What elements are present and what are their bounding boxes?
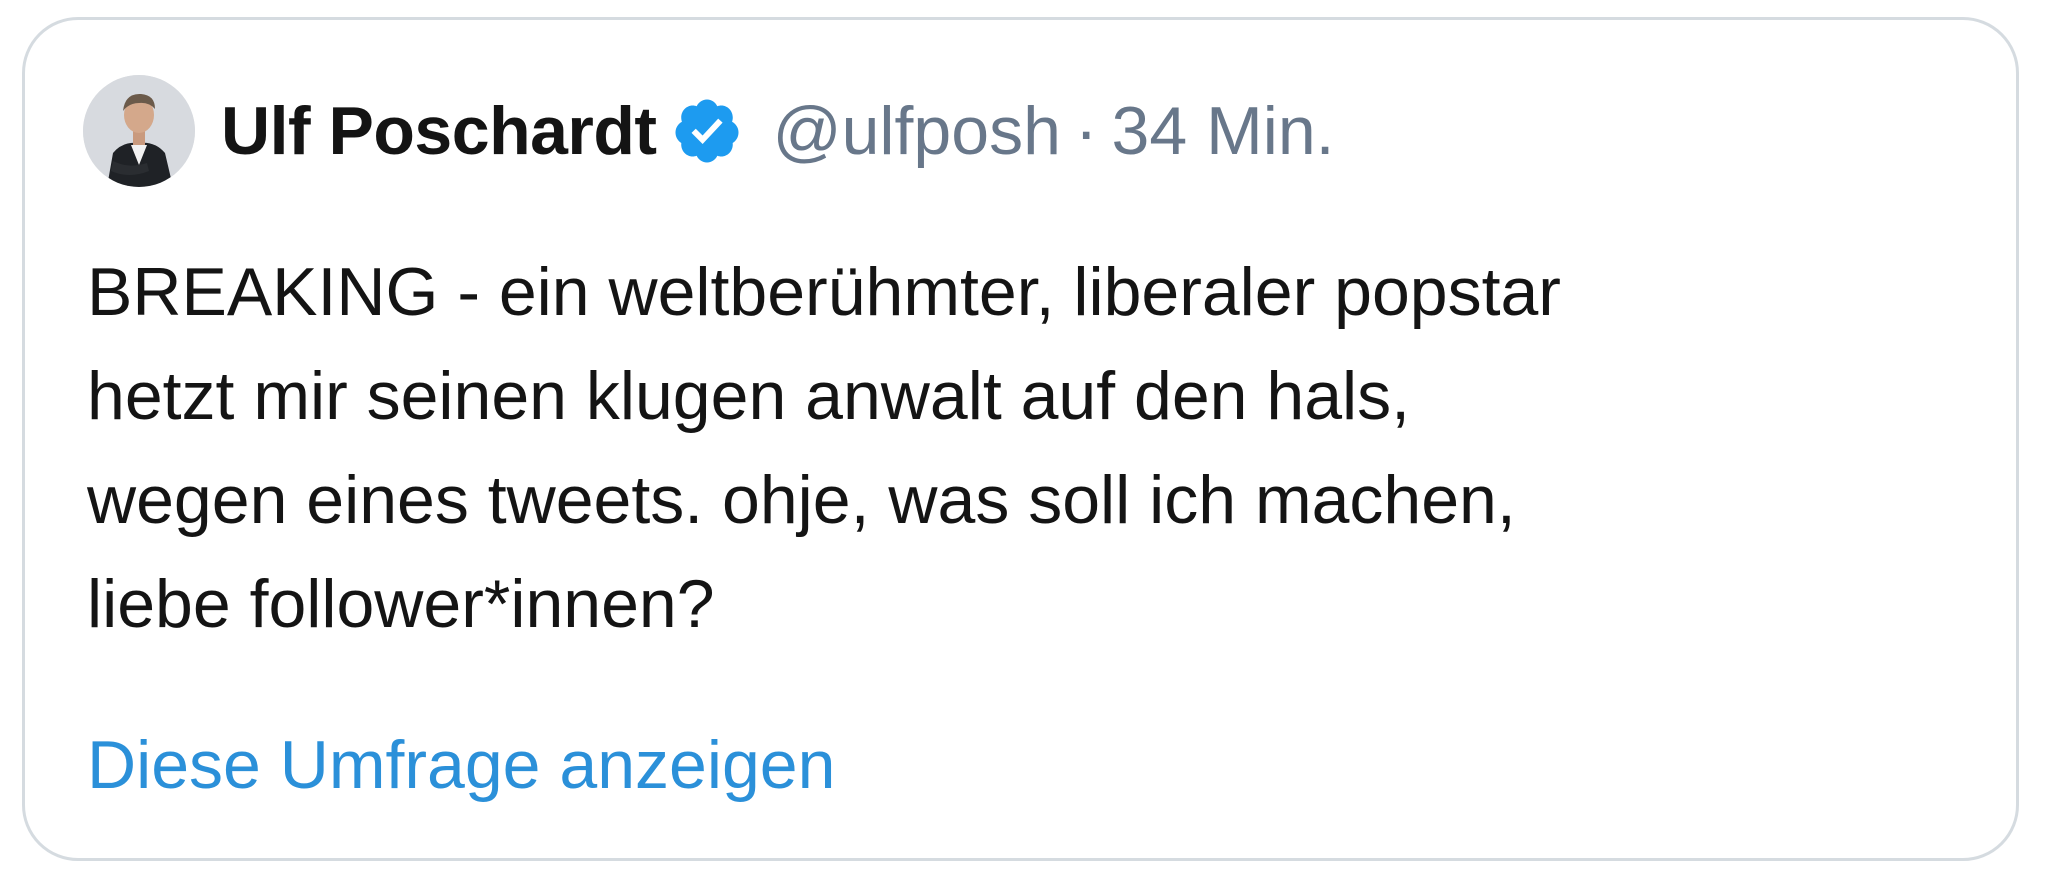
author-handle[interactable]: @ulfposh bbox=[773, 92, 1061, 170]
tweet-card[interactable]: Ulf Poschardt @ulfposh · 34 Min. BREAKIN… bbox=[22, 17, 2019, 861]
tweet-header: Ulf Poschardt @ulfposh · 34 Min. bbox=[83, 75, 1335, 187]
meta-separator: · bbox=[1074, 93, 1098, 169]
tweet-timestamp[interactable]: 34 Min. bbox=[1112, 92, 1335, 170]
show-poll-link[interactable]: Diese Umfrage anzeigen bbox=[87, 720, 835, 810]
verified-badge-icon bbox=[671, 95, 743, 167]
avatar[interactable] bbox=[83, 75, 195, 187]
tweet-text: BREAKING - ein weltberühmter, liberaler … bbox=[87, 254, 1561, 642]
avatar-photo-icon bbox=[83, 75, 195, 187]
author-name[interactable]: Ulf Poschardt bbox=[221, 92, 657, 170]
tweet-meta: @ulfposh · 34 Min. bbox=[773, 92, 1335, 170]
